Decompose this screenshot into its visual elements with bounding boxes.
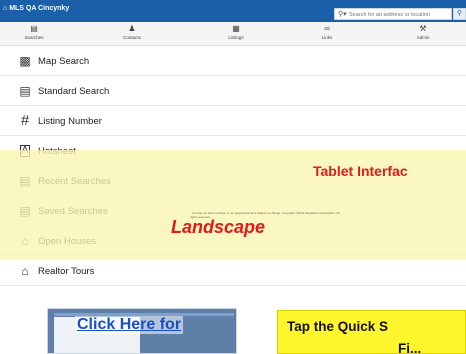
menu-item-label: Listing Number bbox=[38, 116, 102, 127]
tab-searches-label: Searches bbox=[24, 35, 44, 40]
menu-item-label: Recent Searches bbox=[38, 176, 111, 187]
menu-item-label: Open Houses bbox=[38, 236, 97, 247]
menu-item-label: Map Search bbox=[38, 56, 90, 67]
menu-item-standard-search[interactable]: ▤ Standard Search bbox=[0, 76, 466, 106]
menu-item-realtor-tours[interactable]: ⌂ Realtor Tours bbox=[0, 256, 466, 286]
app-title[interactable]: ⌂ MLS QA Cincynky bbox=[3, 5, 69, 12]
hash-icon: # bbox=[20, 112, 30, 129]
click-here-link[interactable]: Click Here for bbox=[75, 316, 184, 334]
tip-callout: Tap the Quick S Fi... bbox=[277, 310, 466, 354]
tab-contacts[interactable]: ♟ Contacts bbox=[112, 24, 152, 41]
overlay-title: Tablet Interfac bbox=[313, 163, 408, 179]
tab-searches[interactable]: ▤ Searches bbox=[14, 24, 54, 41]
tab-listings-label: Listings bbox=[228, 35, 244, 40]
menu-item-label: Standard Search bbox=[38, 86, 110, 97]
location-search-box[interactable]: ⚲▾ bbox=[334, 8, 452, 20]
menu-item-hotsheet[interactable]: A Hotsheet bbox=[0, 136, 466, 166]
app-title-text: MLS QA Cincynky bbox=[9, 5, 70, 12]
tab-listings[interactable]: ▦ Listings bbox=[216, 24, 256, 41]
tab-contacts-label: Contacts bbox=[123, 35, 141, 40]
listings-icon: ▦ bbox=[232, 24, 240, 33]
menu-item-label: Hotsheet bbox=[38, 146, 77, 157]
tab-admin[interactable]: ⚒ Admin bbox=[403, 24, 443, 41]
standard-search-icon: ▤ bbox=[19, 84, 31, 98]
main-nav: ▤ Searches ♟ Contacts ▦ Listings ∞ Links… bbox=[0, 22, 466, 46]
admin-icon: ⚒ bbox=[419, 24, 427, 33]
tab-links[interactable]: ∞ Links bbox=[307, 24, 347, 41]
search-button[interactable]: ⚲ bbox=[453, 8, 466, 20]
searches-icon: ▤ bbox=[30, 24, 38, 33]
tab-admin-label: Admin bbox=[416, 35, 430, 40]
menu-item-label: Saved Searches bbox=[38, 206, 108, 217]
location-pin-icon[interactable]: ⚲▾ bbox=[338, 10, 347, 18]
hotsheet-icon: A bbox=[20, 145, 30, 157]
location-search-input[interactable] bbox=[349, 10, 449, 19]
tip-line-2: Fi... bbox=[398, 341, 422, 354]
menu-item-listing-number[interactable]: # Listing Number bbox=[0, 106, 466, 136]
tip-line-1: Tap the Quick S bbox=[287, 319, 389, 334]
search-icon: ⚲ bbox=[456, 10, 463, 17]
map-search-icon: ▩ bbox=[19, 54, 31, 68]
open-houses-icon: ⌂ bbox=[21, 234, 29, 248]
menu-item-label: Realtor Tours bbox=[38, 266, 95, 277]
realtor-tours-icon: ⌂ bbox=[21, 264, 29, 278]
contacts-icon: ♟ bbox=[128, 24, 136, 33]
tab-links-label: Links bbox=[321, 35, 333, 40]
menu-item-map-search[interactable]: ▩ Map Search bbox=[0, 46, 466, 76]
overlay-subtitle: Landscape bbox=[171, 217, 266, 237]
recent-searches-icon: ▤ bbox=[19, 174, 31, 188]
links-icon: ∞ bbox=[324, 24, 330, 33]
saved-searches-icon: ▤ bbox=[19, 204, 31, 218]
